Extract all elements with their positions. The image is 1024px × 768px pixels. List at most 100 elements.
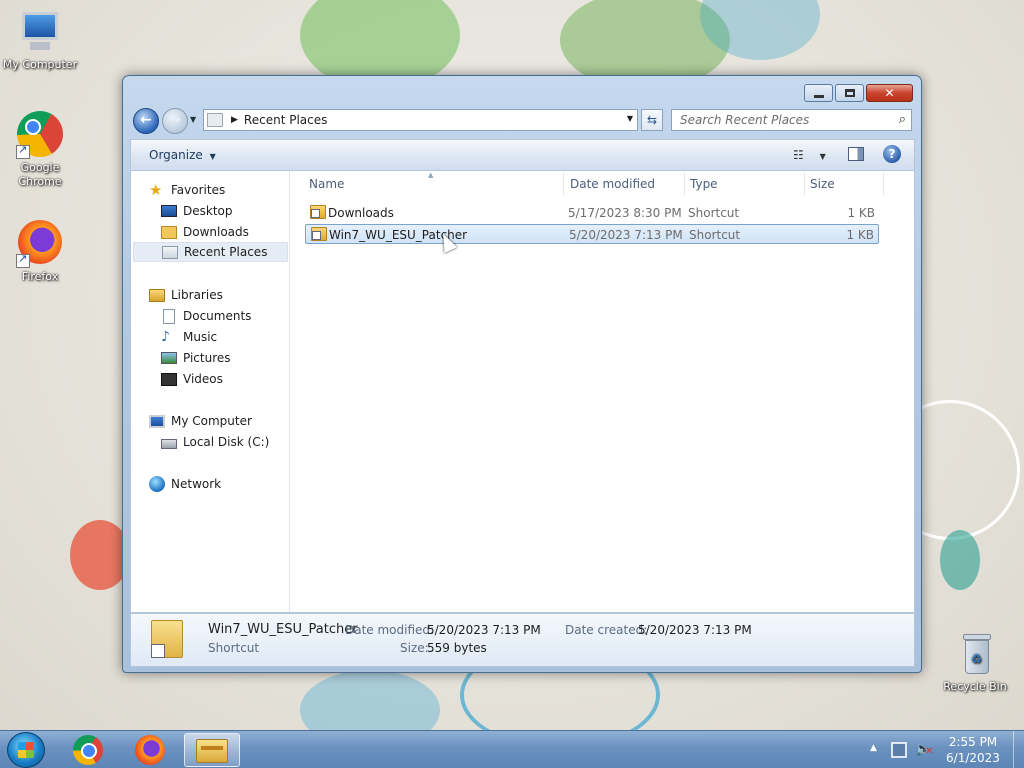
details-size-label: Size: (400, 641, 429, 655)
windows-flag-icon (18, 742, 34, 758)
shortcut-arrow-icon (16, 252, 30, 268)
forward-arrow-icon: → (169, 112, 181, 128)
nav-local-disk[interactable]: Local Disk (C:) (161, 432, 269, 452)
change-view-button[interactable]: ☷ ▼ (793, 148, 826, 162)
nav-favorites[interactable]: ★ Favorites (149, 180, 225, 200)
nav-label: Documents (183, 309, 252, 323)
search-icon[interactable]: ⌕ (899, 112, 906, 127)
maximize-icon (844, 89, 855, 97)
details-date-modified: 5/20/2023 7:13 PM (427, 623, 541, 637)
file-date: 5/20/2023 7:13 PM (569, 228, 683, 242)
column-divider[interactable] (563, 173, 564, 195)
clock[interactable]: 2:55 PM 6/1/2023 (942, 734, 1004, 766)
shortcut-arrow-icon (16, 143, 30, 159)
taskbar-firefox[interactable] (122, 733, 178, 767)
nav-libraries[interactable]: Libraries (149, 285, 223, 305)
close-button[interactable]: ✕ (866, 84, 913, 102)
nav-desktop[interactable]: Desktop (161, 201, 233, 221)
file-list[interactable]: ▲ Name Date modified Type Size Downloads… (291, 171, 914, 612)
explorer-folder-icon (196, 739, 228, 763)
column-header-date[interactable]: Date modified (570, 171, 655, 197)
minimize-icon (813, 94, 824, 98)
computer-icon (16, 8, 64, 56)
column-header-type[interactable]: Type (690, 171, 718, 197)
nav-music[interactable]: ♪ Music (161, 327, 217, 347)
details-date-created: 5/20/2023 7:13 PM (638, 623, 752, 637)
nav-pictures[interactable]: Pictures (161, 348, 231, 368)
back-button[interactable]: ← (133, 108, 159, 134)
nav-label: Downloads (183, 225, 249, 239)
desktop-icon-label: My Computer (2, 58, 78, 71)
window-caption-buttons: ✕ (802, 84, 913, 102)
wallpaper-blue-shape (300, 670, 440, 730)
recent-places-icon (207, 113, 223, 127)
organize-label: Organize (149, 148, 203, 162)
address-dropdown-icon[interactable]: ▼ (627, 114, 633, 123)
show-hidden-icons-button[interactable]: ▲ (870, 743, 877, 753)
nav-label: Music (183, 330, 218, 344)
details-kind: Shortcut (208, 641, 260, 655)
nav-recent-places[interactable]: Recent Places (133, 242, 288, 262)
taskbar-explorer[interactable] (184, 733, 240, 767)
preview-pane-button[interactable] (848, 147, 864, 161)
nav-label: Pictures (183, 351, 231, 365)
maximize-button[interactable] (835, 84, 864, 102)
clock-date: 6/1/2023 (946, 751, 1000, 765)
details-date-created-label: Date created: (565, 623, 648, 637)
refresh-button[interactable]: ⇆ (641, 109, 663, 131)
help-button[interactable]: ? (883, 145, 901, 163)
folder-shortcut-icon (311, 227, 327, 241)
nav-network[interactable]: Network (149, 474, 221, 494)
star-icon: ★ (149, 181, 163, 199)
nav-label: Local Disk (C:) (183, 435, 270, 449)
file-row-selected[interactable]: Win7_WU_ESU_Patcher 5/20/2023 7:13 PM Sh… (305, 224, 879, 244)
network-tray-icon[interactable] (891, 742, 907, 758)
nav-downloads[interactable]: Downloads (161, 222, 249, 242)
address-bar[interactable]: ▶ Recent Places ▼ (203, 109, 638, 131)
search-placeholder: Search Recent Places (680, 113, 810, 127)
downloads-folder-icon (161, 225, 177, 239)
details-date-modified-label: Date modified: (345, 623, 435, 637)
explorer-window: ✕ ← → ▼ ▶ Recent Places ▼ ⇆ Search Recen… (122, 75, 922, 673)
desktop-icon-recycle-bin[interactable]: ♻ Recycle Bin (935, 630, 1015, 693)
file-row[interactable]: Downloads 5/17/2023 8:30 PM Shortcut 1 K… (305, 203, 879, 223)
desktop-icon-firefox[interactable]: Firefox (0, 218, 80, 283)
column-divider[interactable] (684, 173, 685, 195)
navigation-pane[interactable]: ★ Favorites Desktop Downloads Recent Pla… (131, 171, 290, 612)
sort-ascending-icon: ▲ (428, 171, 434, 179)
breadcrumb-chevron-icon[interactable]: ▶ (231, 115, 238, 125)
breadcrumb-recent-places[interactable]: Recent Places (244, 113, 327, 127)
nav-videos[interactable]: Videos (161, 369, 223, 389)
desktop-icon-google-chrome[interactable]: Google Chrome (0, 110, 80, 189)
desktop-icon-label: Google Chrome (18, 161, 62, 188)
file-type: Shortcut (688, 206, 740, 220)
taskbar: ▲ 🔈 ✕ 2:55 PM 6/1/2023 (0, 730, 1024, 768)
column-divider[interactable] (804, 173, 805, 195)
nav-my-computer[interactable]: My Computer (149, 411, 252, 431)
column-header-name[interactable]: Name (309, 171, 344, 197)
network-globe-icon (149, 476, 165, 492)
search-input[interactable]: Search Recent Places ⌕ (671, 109, 912, 131)
volume-muted-icon[interactable]: 🔈 ✕ (915, 742, 933, 758)
firefox-icon (135, 735, 165, 765)
organize-button[interactable]: Organize ▼ (149, 148, 216, 162)
taskbar-chrome[interactable] (60, 733, 116, 767)
details-name: Win7_WU_ESU_Patcher (208, 622, 358, 637)
refresh-icon: ⇆ (646, 113, 658, 127)
column-header-size[interactable]: Size (810, 171, 835, 197)
question-icon: ? (888, 147, 896, 161)
firefox-icon (16, 220, 64, 268)
wallpaper-fish-shape (70, 520, 130, 590)
column-divider[interactable] (883, 173, 884, 195)
start-button[interactable] (7, 732, 45, 768)
details-size: 559 bytes (427, 641, 487, 655)
file-size: 1 KB (847, 206, 875, 220)
show-desktop-button[interactable] (1013, 731, 1024, 768)
music-note-icon: ♪ (161, 329, 170, 345)
recent-pages-dropdown[interactable]: ▼ (190, 115, 196, 124)
desktop-icon-my-computer[interactable]: My Computer (0, 8, 80, 71)
recent-places-icon (162, 245, 178, 259)
forward-button[interactable]: → (162, 108, 188, 134)
nav-documents[interactable]: Documents (161, 306, 251, 326)
minimize-button[interactable] (804, 84, 833, 102)
